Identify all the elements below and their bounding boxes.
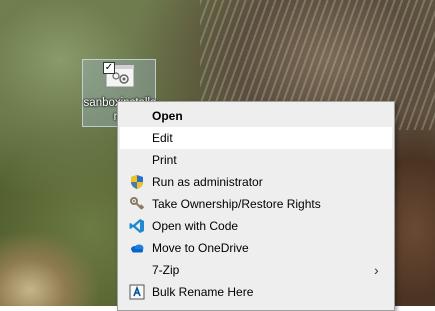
menu-item-run-as-admin[interactable]: Run as administrator xyxy=(120,171,392,193)
context-menu: Open Edit Print Run as administrator Tak… xyxy=(117,101,395,311)
menu-item-label: Open xyxy=(152,109,183,123)
uac-shield-icon xyxy=(129,174,145,190)
menu-item-label: Take Ownership/Restore Rights xyxy=(152,197,321,211)
selection-checkbox[interactable]: ✓ xyxy=(103,62,115,74)
menu-item-label: Print xyxy=(152,153,177,167)
menu-item-move-to-onedrive[interactable]: Move to OneDrive xyxy=(120,237,392,259)
menu-item-label: Move to OneDrive xyxy=(152,241,249,255)
menu-item-label: Run as administrator xyxy=(152,175,263,189)
menu-item-open-with-code[interactable]: Open with Code xyxy=(120,215,392,237)
bulk-rename-icon xyxy=(129,284,145,300)
submenu-chevron-icon: › xyxy=(374,262,379,278)
menu-item-edit[interactable]: Edit xyxy=(120,127,392,149)
menu-item-take-ownership[interactable]: Take Ownership/Restore Rights xyxy=(120,193,392,215)
menu-item-label: Bulk Rename Here xyxy=(152,285,254,299)
menu-item-bulk-rename[interactable]: Bulk Rename Here xyxy=(120,281,392,303)
menu-item-label: Open with Code xyxy=(152,219,239,233)
keys-icon xyxy=(129,196,145,212)
menu-item-open[interactable]: Open xyxy=(120,105,392,127)
menu-item-print[interactable]: Print xyxy=(120,149,392,171)
menu-item-label: Edit xyxy=(152,131,173,145)
menu-item-7zip[interactable]: 7-Zip › xyxy=(120,259,392,281)
vscode-icon xyxy=(129,218,145,234)
onedrive-icon xyxy=(129,240,145,256)
menu-item-label: 7-Zip xyxy=(152,263,180,277)
